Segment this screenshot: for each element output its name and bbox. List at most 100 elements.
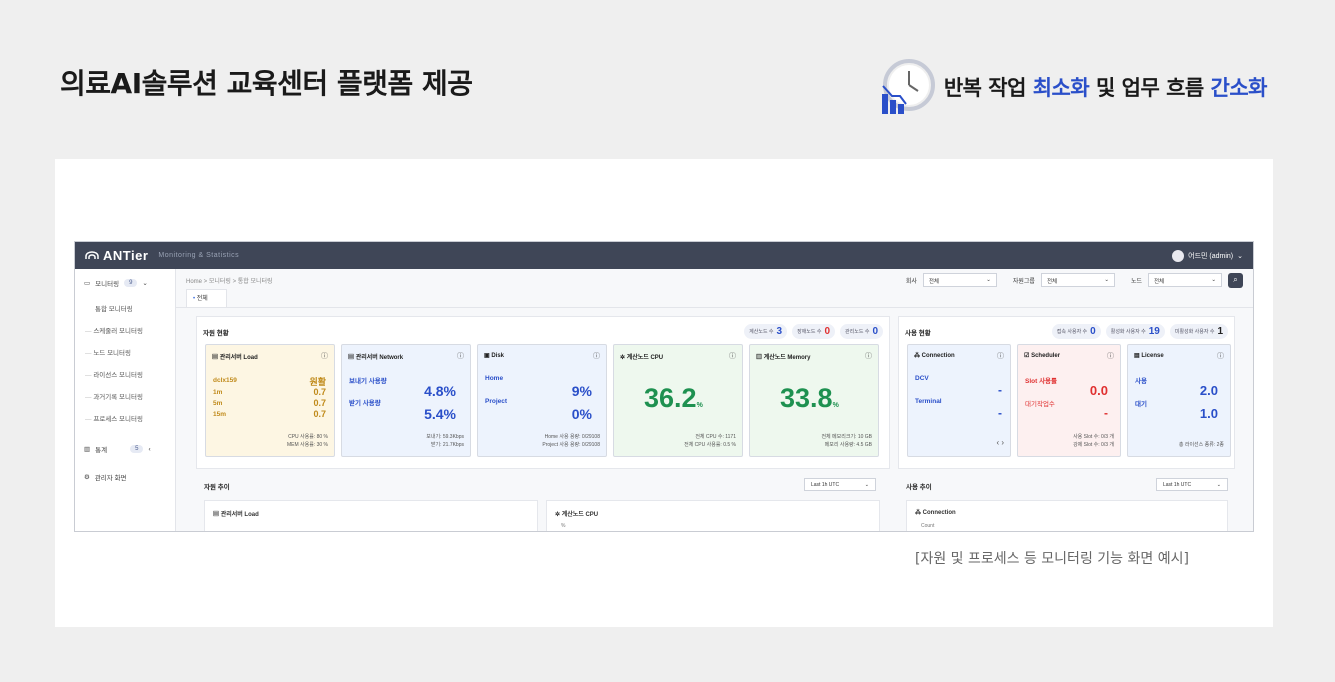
sidebar-item-label: 모니터링	[95, 281, 120, 288]
license-wait-label: 대기	[1135, 401, 1147, 408]
tab-bar: 전체	[176, 289, 1253, 308]
license-used-label: 사용	[1135, 378, 1147, 385]
headline: 의료AI솔루션 교육센터 플랫폼 제공	[60, 67, 473, 100]
disk-icon: ▣	[484, 353, 490, 359]
pager-arrows[interactable]: ‹ ›	[996, 437, 1004, 449]
sidebar-item-admin[interactable]: ⚙ 관리자 화면	[75, 463, 175, 491]
scheduler-card: ☑ Scheduler ⓘ Slot 사용률 0.0 대기작업수 - 사용 Sl…	[1017, 344, 1121, 457]
cpu-trend-unit: %	[561, 523, 566, 529]
scheduler-title: ☑ Scheduler	[1024, 353, 1061, 359]
group-select[interactable]: 전체 ⌄	[1040, 273, 1115, 287]
node-label: 노드	[1130, 278, 1142, 285]
sidebar-item-label: 통계	[95, 447, 108, 454]
node-select[interactable]: 전체 ⌄	[1148, 273, 1222, 287]
load-5m-label: 5m	[213, 400, 223, 407]
cpu-footer: 전체 CPU 수: 1171 전체 CPU 사용률: 0.5 %	[684, 434, 736, 448]
sidebar-item-node[interactable]: 노드 모니터링	[75, 341, 175, 363]
home-value: 9%	[571, 383, 592, 399]
clock-chart-icon	[881, 59, 935, 114]
load-1m-value: 0.7	[313, 387, 326, 397]
disk-title: ▣ Disk	[484, 353, 505, 359]
user-menu[interactable]: 어드민 (admin) ⌄	[1172, 249, 1243, 262]
load-15m-label: 15m	[213, 411, 227, 418]
sidebar-item-monitoring[interactable]: ▭ 모니터링 9 ⌄	[75, 269, 175, 297]
sidebar-item-integrated[interactable]: 통합 모니터링	[75, 297, 175, 319]
scheduler-footer: 사용 Slot 수: 0/3 개 강제 Slot 수: 0/3 개	[1073, 434, 1114, 448]
app-topbar: ANTier Monitoring & Statistics 어드민 (admi…	[75, 242, 1253, 269]
server-icon: ▤	[213, 512, 220, 518]
resource-title: 자원 현황	[203, 330, 229, 337]
cpu-icon: ✲	[555, 512, 561, 518]
main-area: Home > 모니터링 > 통합 모니터링 회사 전체 ⌄ 자원그룹 전체 ⌄ 노드…	[176, 269, 1253, 531]
connection-trend-unit: Count	[921, 523, 935, 529]
chevron-down-icon: ⌄	[1211, 277, 1216, 283]
sidebar-item-history[interactable]: 과거기록 모니터링	[75, 385, 175, 407]
pending-jobs-label: 대기작업수	[1025, 401, 1055, 408]
cpu-icon: ✲	[620, 355, 626, 361]
network-title: ▤ 관리서버 Network	[348, 355, 404, 361]
memory-value: 33.8%	[780, 383, 839, 413]
connection-trend-panel: ⁂ Connection Count	[906, 500, 1228, 531]
resource-time-select[interactable]: Last 1h UTC ⌄	[804, 478, 876, 491]
resource-panel: 자원 현황 계산노드 수3 장애노드 수0 관리노드 수0 ▤ 관리서버 Loa…	[196, 316, 890, 469]
dcv-label: DCV	[915, 375, 929, 382]
memory-title: ▥ 계산노드 Memory	[756, 355, 811, 361]
sidebar-item-stats[interactable]: ▥ 통계 5 ‹	[75, 435, 175, 463]
memory-card: ▥ 계산노드 Memory ⓘ 33.8% 전체 메모리크기: 10 GB 메모리…	[749, 344, 879, 457]
sidebar-item-scheduler[interactable]: 스케줄러 모니터링	[75, 319, 175, 341]
terminal-label: Terminal	[915, 398, 942, 405]
info-icon[interactable]: ⓘ	[321, 351, 328, 361]
sidebar-item-license[interactable]: 라이선스 모니터링	[75, 363, 175, 385]
chevron-down-icon: ⌄	[1237, 252, 1243, 260]
disk-card: ▣ Disk ⓘ Home 9% Project 0% Home 사용 용량: …	[477, 344, 607, 457]
dcv-value: -	[998, 383, 1002, 397]
load-footer: CPU 사용률: 80 % MEM 사용률: 30 %	[286, 434, 328, 448]
info-icon[interactable]: ⓘ	[593, 351, 600, 361]
caption: [자원 및 프로세스 등 모니터링 기능 화면 예시]	[915, 551, 1189, 567]
cpu-title: ✲ 계산노드 CPU	[620, 355, 664, 361]
info-icon[interactable]: ⓘ	[865, 351, 872, 361]
disk-footer: Home 사용 용량: 0/29108 Project 사용 용량: 0/2910…	[542, 434, 600, 448]
company-label: 회사	[905, 278, 917, 285]
terminal-value: -	[998, 406, 1002, 420]
load-trend-title: ▤ 관리서버 Load	[213, 512, 259, 518]
chart-icon: ▥	[84, 446, 91, 453]
sidebar-item-label: 관리자 화면	[94, 475, 127, 482]
search-button[interactable]: ⌕	[1228, 272, 1243, 288]
connection-card: ⁂ Connection ⓘ DCV - Terminal - ‹ ›	[907, 344, 1011, 457]
usage-time-select[interactable]: Last 1h UTC ⌄	[1156, 478, 1228, 491]
info-icon[interactable]: ⓘ	[1217, 351, 1224, 361]
home-label: Home	[485, 375, 504, 382]
company-select[interactable]: 전체 ⌄	[922, 273, 997, 287]
recv-label: 받기 사용량	[349, 400, 381, 407]
logo-icon	[85, 251, 99, 259]
time-range-value: Last 1h UTC	[811, 482, 840, 488]
network-card: ▤ 관리서버 Network ⓘ 보내기 사용량 4.8% 받기 사용량 5.4…	[341, 344, 471, 457]
cpu-value: 36.2%	[644, 383, 703, 413]
tab-all[interactable]: 전체	[186, 289, 227, 307]
breadcrumb: Home > 모니터링 > 통합 모니터링	[186, 278, 273, 285]
group-label: 자원그룹	[1012, 278, 1035, 285]
info-icon[interactable]: ⓘ	[1107, 351, 1114, 361]
project-value: 0%	[571, 406, 592, 422]
memory-icon: ▥	[756, 355, 763, 361]
load-host: dclx159	[213, 377, 237, 384]
load-title: ▤ 관리서버 Load	[212, 355, 258, 361]
info-icon[interactable]: ⓘ	[997, 351, 1004, 361]
chevron-left-icon: ‹	[148, 445, 151, 453]
info-icon[interactable]: ⓘ	[729, 351, 736, 361]
app-logo[interactable]: ANTier Monitoring & Statistics	[85, 248, 239, 263]
recv-value: 5.4%	[424, 406, 456, 422]
send-label: 보내기 사용량	[349, 378, 387, 385]
inactive-users-chip: 미활성화 사용자 수1	[1169, 324, 1228, 339]
load-15m-value: 0.7	[313, 409, 326, 419]
cpu-trend-title: ✲ 계산노드 CPU	[555, 512, 599, 518]
filters: 회사 전체 ⌄ 자원그룹 전체 ⌄ 노드 전체 ⌄ ⌕	[905, 272, 1243, 288]
chevron-down-icon: ⌄	[986, 277, 991, 283]
info-icon[interactable]: ⓘ	[457, 351, 464, 361]
server-icon: ▤	[348, 355, 355, 361]
screenshot-card: ANTier Monitoring & Statistics 어드민 (admi…	[55, 159, 1273, 627]
monitor-icon: ▭	[84, 280, 91, 287]
sidebar-item-process[interactable]: 프로세스 모니터링	[75, 407, 175, 429]
load-card: ▤ 관리서버 Load ⓘ dclx159 원활 1m 0.7 5m 0.7 1…	[205, 344, 335, 457]
